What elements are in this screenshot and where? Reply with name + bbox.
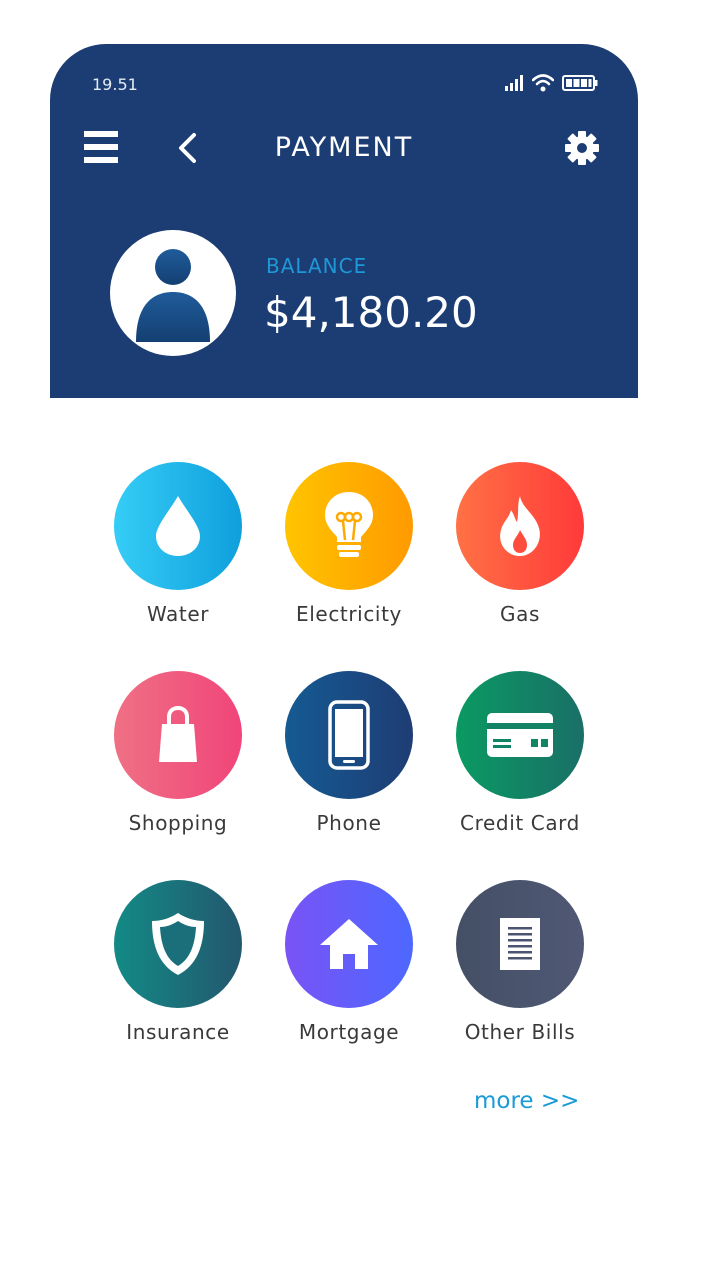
category-label: Water xyxy=(146,602,210,626)
shopping-circle xyxy=(114,671,242,799)
credit-card-icon xyxy=(487,713,553,757)
electricity-circle xyxy=(285,462,413,590)
category-water[interactable]: Water xyxy=(93,462,263,642)
category-label: Phone xyxy=(316,811,382,835)
lightbulb-icon xyxy=(325,492,373,557)
category-electricity[interactable]: Electricity xyxy=(264,462,434,642)
phone-frame: 19.51 PAYMENT BALANCE $4,180.20 Water El… xyxy=(50,44,638,1164)
app-header: 19.51 PAYMENT BALANCE $4,180.20 xyxy=(50,44,638,398)
category-label: Other Bills xyxy=(464,1020,576,1044)
category-other-bills[interactable]: Other Bills xyxy=(435,880,605,1060)
battery-icon xyxy=(562,75,598,91)
user-icon xyxy=(136,249,210,342)
category-label: Insurance xyxy=(126,1020,230,1044)
insurance-circle xyxy=(114,880,242,1008)
category-label: Credit Card xyxy=(460,811,580,835)
gas-circle xyxy=(456,462,584,590)
document-icon xyxy=(500,918,540,970)
status-icons xyxy=(504,74,598,92)
status-time: 19.51 xyxy=(92,75,138,94)
balance-label: BALANCE xyxy=(266,254,368,278)
mortgage-circle xyxy=(285,880,413,1008)
shopping-bag-icon xyxy=(159,706,197,762)
category-phone[interactable]: Phone xyxy=(264,671,434,851)
category-shopping[interactable]: Shopping xyxy=(93,671,263,851)
category-label: Gas xyxy=(500,602,540,626)
more-link[interactable]: more >> xyxy=(474,1088,579,1114)
category-credit-card[interactable]: Credit Card xyxy=(435,671,605,851)
category-insurance[interactable]: Insurance xyxy=(93,880,263,1060)
credit-card-circle xyxy=(456,671,584,799)
flame-icon xyxy=(500,496,540,556)
smartphone-icon xyxy=(328,700,370,770)
category-label: Electricity xyxy=(296,602,402,626)
avatar[interactable] xyxy=(110,230,236,356)
category-label: Mortgage xyxy=(298,1020,400,1044)
page-title: PAYMENT xyxy=(274,132,414,163)
house-icon xyxy=(320,919,378,969)
water-drop-icon xyxy=(156,496,200,556)
other-bills-circle xyxy=(456,880,584,1008)
balance-amount: $4,180.20 xyxy=(264,288,478,337)
category-gas[interactable]: Gas xyxy=(435,462,605,642)
gear-icon[interactable] xyxy=(564,130,600,166)
category-mortgage[interactable]: Mortgage xyxy=(264,880,434,1060)
wifi-icon xyxy=(532,74,554,92)
shield-icon xyxy=(152,913,204,975)
water-circle xyxy=(114,462,242,590)
category-label: Shopping xyxy=(128,811,228,835)
signal-icon xyxy=(505,75,523,91)
phone-circle xyxy=(285,671,413,799)
